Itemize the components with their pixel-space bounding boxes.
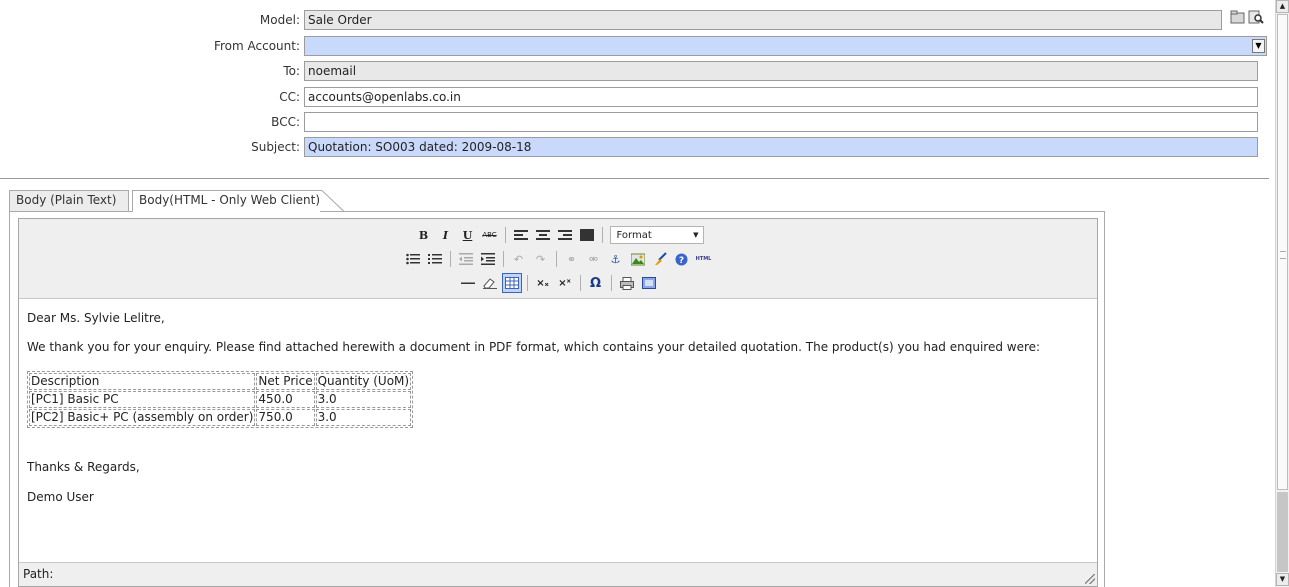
to-field[interactable]: noemail [304, 61, 1258, 81]
numbered-list-icon[interactable] [425, 249, 445, 269]
cc-row: CC: [0, 87, 300, 107]
toolbar-separator [601, 227, 603, 243]
unlink-icon[interactable]: ⚮ [584, 249, 604, 269]
scroll-up-icon[interactable]: ▲ [1276, 0, 1289, 13]
html-source-button[interactable]: HTML [694, 249, 714, 269]
bcc-row: BCC: [0, 112, 300, 132]
outdent-icon[interactable] [456, 249, 476, 269]
from-account-label: From Account: [213, 39, 300, 53]
cc-field[interactable]: accounts@openlabs.co.in [304, 87, 1258, 107]
to-label: To: [283, 64, 300, 78]
section-divider [0, 178, 1269, 179]
special-character-button[interactable]: Ω [586, 273, 606, 293]
vertical-scrollbar[interactable]: ▲ ▼ [1275, 0, 1289, 587]
table-header-row: Description Net Price Quantity (UoM) [29, 373, 412, 390]
toolbar-separator [610, 275, 612, 291]
toolbar-row-3: ×ₓ ×ˣ Ω [19, 272, 1097, 294]
resize-grip-icon[interactable] [1085, 574, 1095, 584]
bold-button[interactable]: B [414, 225, 434, 245]
toolbar-separator [579, 275, 581, 291]
redo-icon[interactable]: ↷ [531, 249, 551, 269]
intro-text: We thank you for your enquiry. Please fi… [27, 340, 1041, 354]
from-account-select[interactable]: ▼ [304, 36, 1267, 56]
align-left-icon[interactable] [511, 225, 531, 245]
scrollbar-track[interactable] [1277, 492, 1288, 572]
superscript-button[interactable]: ×ˣ [555, 273, 575, 293]
editor-toolbar: B I U ABC Format ▼ ↶ ↷ ⚭ ⚮ ⚓ ? HTML ×ₓ ×… [19, 219, 1097, 299]
model-row: Model: [0, 10, 300, 30]
scrollbar-grip [1280, 251, 1286, 259]
greeting-text: Dear Ms. Sylvie Lelitre, [27, 311, 165, 325]
toolbar-row-1: B I U ABC Format ▼ [19, 224, 1097, 246]
align-justify-icon[interactable] [577, 225, 597, 245]
anchor-icon[interactable]: ⚓ [606, 249, 626, 269]
svg-text:?: ? [679, 256, 684, 266]
open-folder-icon[interactable] [1230, 10, 1246, 24]
chevron-down-icon: ▼ [693, 231, 699, 239]
tab-body-plain-text[interactable]: Body (Plain Text) [9, 190, 129, 211]
subject-row: Subject: [0, 137, 300, 157]
visual-aid-icon[interactable] [501, 273, 522, 293]
scroll-down-icon[interactable]: ▼ [1276, 573, 1289, 586]
from-account-row: From Account: [0, 36, 300, 56]
format-select[interactable]: Format ▼ [609, 226, 704, 244]
search-record-icon[interactable] [1248, 10, 1264, 24]
horizontal-rule-icon[interactable] [458, 273, 478, 293]
help-icon[interactable]: ? [672, 249, 692, 269]
toolbar-separator [555, 251, 557, 267]
model-field[interactable]: Sale Order [304, 10, 1222, 30]
table-row: [PC2] Basic+ PC (assembly on order) 750.… [29, 409, 412, 426]
table-cell: [PC2] Basic+ PC (assembly on order) [29, 409, 256, 426]
path-label: Path: [23, 567, 54, 581]
subscript-button[interactable]: ×ₓ [533, 273, 553, 293]
toolbar-separator [504, 227, 506, 243]
table-cell: 3.0 [315, 409, 412, 426]
closing-text: Thanks & Regards, [27, 460, 140, 474]
table-header-cell: Net Price [256, 373, 315, 390]
model-label: Model: [259, 13, 300, 27]
subject-label: Subject: [251, 140, 300, 154]
table-header-cell: Quantity (UoM) [315, 373, 412, 390]
image-icon[interactable] [628, 249, 648, 269]
toolbar-separator [449, 251, 451, 267]
fullscreen-icon[interactable] [639, 273, 659, 293]
subject-field[interactable]: Quotation: SO003 dated: 2009-08-18 [304, 137, 1258, 157]
tab-corner [320, 190, 344, 212]
table-row: [PC1] Basic PC 450.0 3.0 [29, 391, 412, 408]
link-icon[interactable]: ⚭ [562, 249, 582, 269]
table-header-cell: Description [29, 373, 256, 390]
bullet-list-icon[interactable] [403, 249, 423, 269]
eraser-icon[interactable] [480, 273, 500, 293]
cc-label: CC: [279, 90, 300, 104]
table-cell: [PC1] Basic PC [29, 391, 256, 408]
signature-text: Demo User [27, 490, 94, 504]
toolbar-separator [526, 275, 528, 291]
scrollbar-thumb[interactable] [1277, 14, 1288, 490]
toolbar-separator [502, 251, 504, 267]
align-right-icon[interactable] [555, 225, 575, 245]
table-cell: 750.0 [256, 409, 315, 426]
quotation-table: Description Net Price Quantity (UoM) [PC… [27, 371, 414, 428]
print-icon[interactable] [617, 273, 637, 293]
model-actions [1230, 10, 1266, 30]
tab-body-html[interactable]: Body(HTML - Only Web Client) [132, 190, 320, 212]
bcc-field[interactable] [304, 112, 1258, 132]
format-select-label: Format [616, 229, 652, 241]
to-row: To: [0, 61, 300, 81]
editor-path-bar: Path: [19, 562, 1097, 586]
align-center-icon[interactable] [533, 225, 553, 245]
html-editor: B I U ABC Format ▼ ↶ ↷ ⚭ ⚮ ⚓ ? HTML ×ₓ ×… [18, 218, 1098, 587]
dropdown-arrow-icon[interactable]: ▼ [1252, 39, 1265, 53]
cleanup-brush-icon[interactable] [650, 249, 670, 269]
table-cell: 450.0 [256, 391, 315, 408]
table-cell: 3.0 [315, 391, 412, 408]
toolbar-row-2: ↶ ↷ ⚭ ⚮ ⚓ ? HTML [19, 248, 1097, 270]
underline-button[interactable]: U [458, 225, 478, 245]
undo-icon[interactable]: ↶ [509, 249, 529, 269]
strikethrough-button[interactable]: ABC [480, 225, 500, 245]
italic-button[interactable]: I [436, 225, 456, 245]
indent-icon[interactable] [478, 249, 498, 269]
bcc-label: BCC: [271, 115, 300, 129]
